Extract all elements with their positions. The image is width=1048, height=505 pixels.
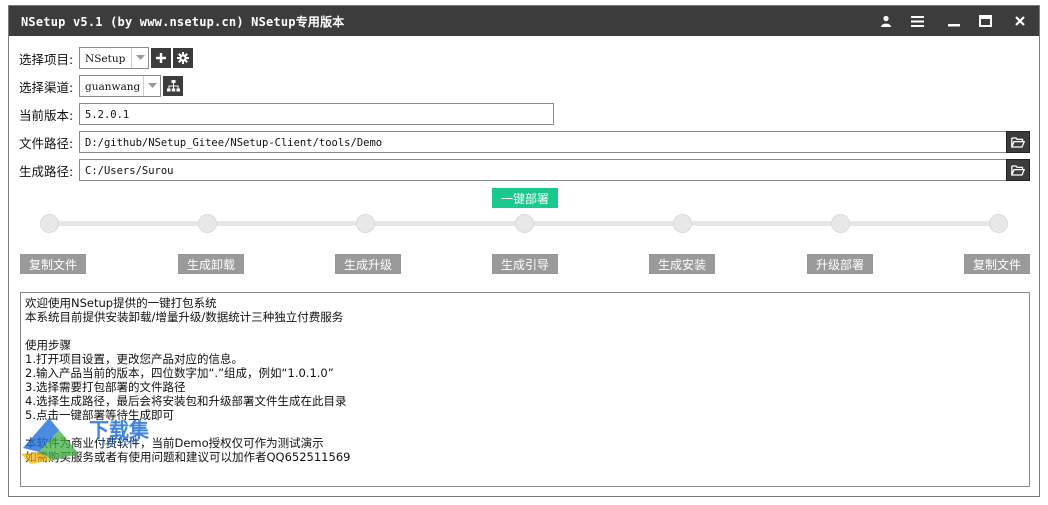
progress-node [673,214,692,233]
progress-node [356,214,375,233]
log-line: 如需购买服务或者有使用问题和建议可以加作者QQ652511569 [25,450,351,464]
title-bar[interactable]: NSetup v5.1 (by www.nsetup.cn) NSetup专用版… [9,6,1039,36]
filepath-input[interactable]: D:/github/NSetup_Gitee/NSetup-Client/too… [79,131,1007,153]
log-output[interactable]: 欢迎使用NSetup提供的一键打包系统 本系统目前提供安装卸载/增量升级/数据统… [20,292,1030,487]
one-click-deploy-button[interactable]: 一键部署 [492,188,558,208]
close-icon[interactable] [1005,6,1035,36]
gear-icon [177,52,189,64]
version-input[interactable]: 5.2.0.1 [79,103,554,125]
step-copy-files-button[interactable]: 复制文件 [20,254,86,274]
chevron-down-icon[interactable] [143,76,160,96]
minimize-icon[interactable] [939,6,969,36]
step-gen-installer-button[interactable]: 生成安装 [649,254,715,274]
project-value: NSetup [85,53,126,65]
output-path-input[interactable]: C:/Users/Surou [79,159,1007,181]
folder-open-icon [1011,136,1025,148]
log-line: 1.打开项目设置，更改您产品对应的信息。 [25,352,243,366]
progress-node [831,214,850,233]
version-label: 当前版本: [19,108,74,123]
log-line: 2.输入产品当前的版本，四位数字加“.”组成，例如“1.0.1.0” [25,366,334,380]
plus-icon [156,53,166,63]
folder-open-icon [1011,164,1025,176]
window-title: NSetup v5.1 (by www.nsetup.cn) NSetup专用版… [21,15,345,29]
channel-value: guanwang [85,81,141,93]
main-window: NSetup v5.1 (by www.nsetup.cn) NSetup专用版… [8,5,1040,497]
browse-filepath-button[interactable] [1006,131,1030,153]
log-line: 本软件为商业付费软件，当前Demo授权仅可作为测试演示 [25,436,324,450]
add-project-button[interactable] [151,48,171,68]
filepath-label: 文件路径: [19,136,74,151]
sitemap-icon [166,80,180,92]
step-gen-bootstrap-button[interactable]: 生成引导 [492,254,558,274]
log-line: 4.选择生成路径，最后会将安装包和升级部署文件生成在此目录 [25,394,347,408]
user-icon[interactable] [871,6,901,36]
progress-node [40,214,59,233]
progress-node [198,214,217,233]
step-gen-uninstall-button[interactable]: 生成卸载 [178,254,244,274]
log-line: 5.点击一键部署等待生成即可 [25,408,174,422]
maximize-icon[interactable] [970,6,1000,36]
progress-node [989,214,1008,233]
channel-select[interactable]: guanwang [79,75,161,97]
menu-icon[interactable] [902,6,932,36]
browse-output-button[interactable] [1006,159,1030,181]
log-line: 本系统目前提供安装卸载/增量升级/数据统计三种独立付费服务 [25,310,344,324]
step-gen-upgrade-button[interactable]: 生成升级 [335,254,401,274]
chevron-down-icon[interactable] [131,48,148,68]
channel-tree-button[interactable] [163,76,183,96]
project-label: 选择项目: [19,52,74,67]
project-settings-button[interactable] [173,48,193,68]
project-select[interactable]: NSetup [79,47,149,69]
progress-node [515,214,534,233]
output-label: 生成路径: [19,164,74,179]
step-copy-files-final-button[interactable]: 复制文件 [964,254,1030,274]
log-line: 使用步骤 [25,338,71,352]
log-line: 欢迎使用NSetup提供的一键打包系统 [25,296,217,310]
step-upgrade-deploy-button[interactable]: 升级部署 [807,254,873,274]
log-line: 3.选择需要打包部署的文件路径 [25,380,186,394]
channel-label: 选择渠道: [19,80,74,95]
